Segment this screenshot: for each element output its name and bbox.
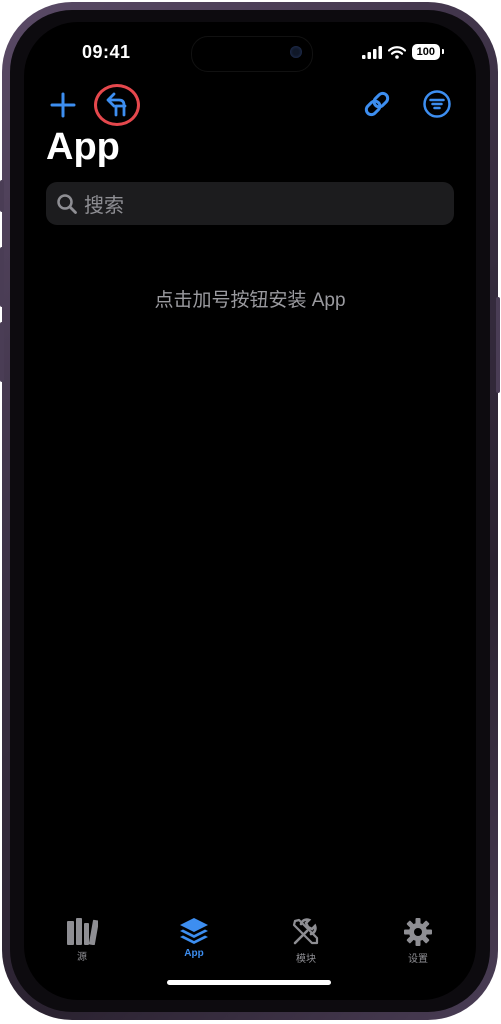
filter-menu-icon (423, 90, 451, 118)
link-button[interactable] (360, 87, 394, 121)
volume-up-button (0, 247, 4, 307)
tab-label: 模块 (296, 954, 316, 965)
empty-state-message: 点击加号按钮安装 App (154, 290, 346, 311)
search-placeholder: 搜索 (84, 195, 124, 217)
action-button (0, 180, 4, 212)
battery-indicator: 100 (411, 44, 445, 60)
layers-icon (180, 918, 208, 944)
home-indicator[interactable] (167, 980, 331, 985)
tab-bar: 源 App 模块 设置 (24, 917, 476, 977)
status-icons: 100 (361, 44, 445, 60)
front-camera (290, 46, 302, 58)
tab-label: App (184, 948, 204, 959)
highlight-circle (94, 84, 140, 126)
wifi-icon (387, 45, 406, 59)
page-title: App (46, 126, 120, 168)
filter-button[interactable] (421, 88, 453, 120)
add-button[interactable] (48, 90, 78, 120)
cellular-signal-icon (361, 45, 382, 59)
tab-label: 源 (77, 952, 87, 963)
power-button (496, 297, 500, 393)
gear-icon (404, 918, 432, 946)
plus-icon (50, 92, 76, 118)
books-icon (67, 918, 98, 945)
tab-settings[interactable]: 设置 (378, 917, 458, 965)
tab-sources[interactable]: 源 (42, 917, 122, 963)
tab-label: 设置 (408, 954, 428, 965)
search-icon (57, 193, 77, 214)
search-field[interactable]: 搜索 (46, 182, 454, 225)
tools-icon (292, 918, 319, 945)
screen: 09:41 100 App 搜索 点击加号按钮安装 App 源 App 模块 设… (24, 22, 476, 1000)
status-time: 09:41 (82, 42, 131, 62)
tab-app[interactable]: App (154, 917, 234, 959)
volume-down-button (0, 322, 4, 382)
tab-modules[interactable]: 模块 (266, 917, 346, 965)
link-icon (364, 91, 390, 117)
